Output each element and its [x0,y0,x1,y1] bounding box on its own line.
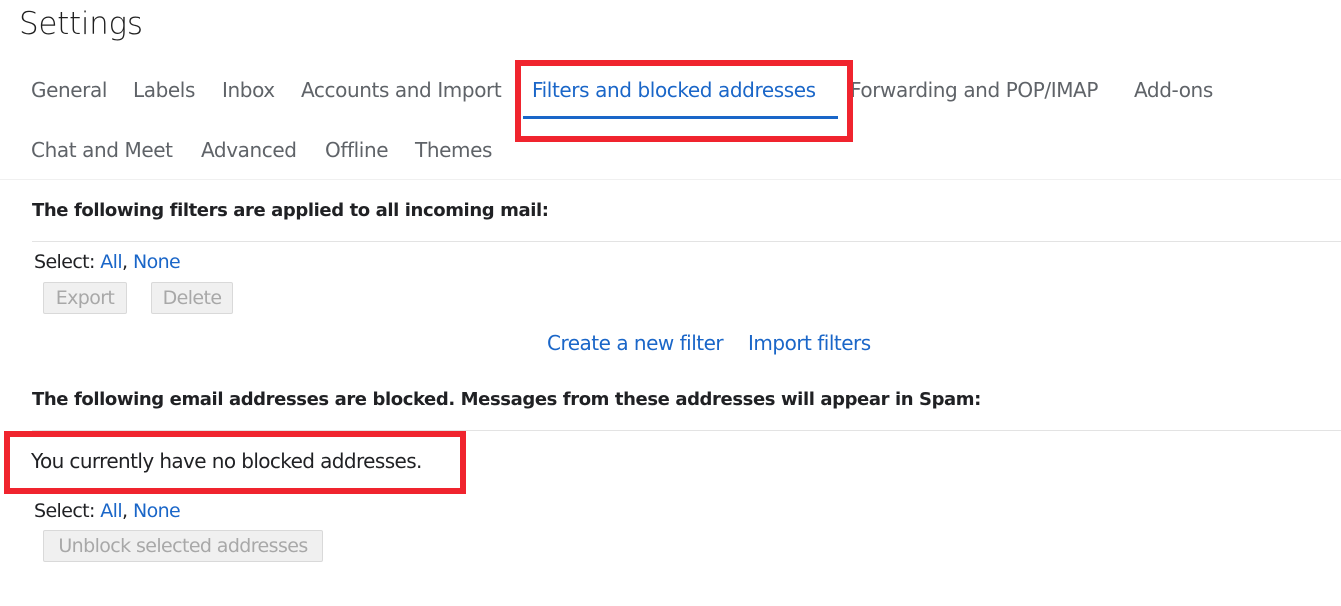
create-new-filter-link[interactable]: Create a new filter [547,331,724,355]
filters-divider [32,241,1341,242]
page-title: Settings [19,6,143,42]
tab-accounts-and-import[interactable]: Accounts and Import [301,78,502,102]
filters-heading: The following filters are applied to all… [32,200,549,221]
blocked-heading: The following email addresses are blocke… [32,389,981,410]
tab-advanced[interactable]: Advanced [201,138,297,162]
no-blocked-addresses-message: You currently have no blocked addresses. [31,449,422,473]
tab-forwarding-and-pop-imap[interactable]: Forwarding and POP/IMAP [850,78,1098,102]
select-all-link[interactable]: All [100,251,122,273]
select-label: Select: [34,251,95,273]
blocked-select-row: Select: All, None [34,500,181,522]
tab-inbox[interactable]: Inbox [222,78,275,102]
tabs-divider [0,179,1341,180]
tab-labels[interactable]: Labels [133,78,195,102]
import-filters-link[interactable]: Import filters [748,331,871,355]
export-button[interactable]: Export [43,282,127,314]
select-separator: , [122,251,128,273]
tab-offline[interactable]: Offline [325,138,389,162]
select-all-link[interactable]: All [100,500,122,522]
select-separator: , [122,500,128,522]
highlight-box-active-tab [515,60,853,142]
tab-themes[interactable]: Themes [415,138,492,162]
filters-select-row: Select: All, None [34,251,181,273]
tab-chat-and-meet[interactable]: Chat and Meet [31,138,173,162]
select-none-link[interactable]: None [133,251,181,273]
delete-button[interactable]: Delete [151,282,233,314]
tab-add-ons[interactable]: Add-ons [1134,78,1213,102]
select-label: Select: [34,500,95,522]
select-none-link[interactable]: None [133,500,181,522]
unblock-selected-addresses-button[interactable]: Unblock selected addresses [43,530,323,562]
tab-general[interactable]: General [31,78,107,102]
